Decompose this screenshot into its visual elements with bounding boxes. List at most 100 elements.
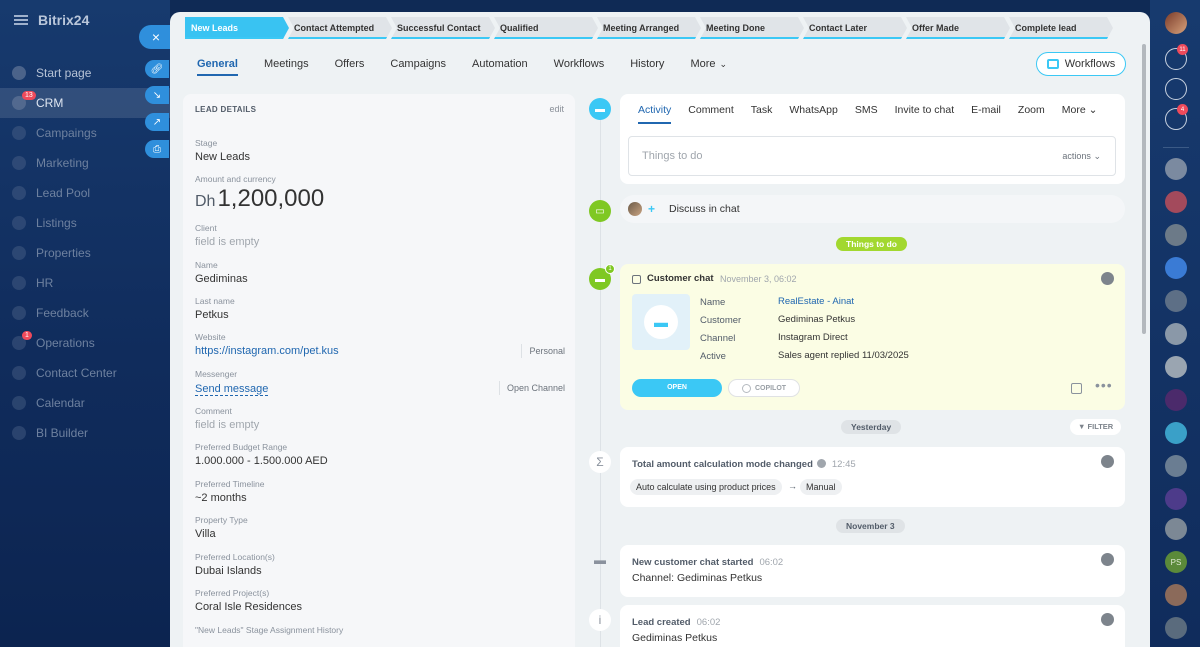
send-message-link[interactable]: Send message: [195, 383, 269, 396]
question-icon[interactable]: [816, 459, 826, 468]
scrollbar[interactable]: [1142, 44, 1146, 334]
contact-avatar[interactable]: [1165, 356, 1187, 378]
workflows-button[interactable]: Workflows: [1036, 52, 1126, 76]
website-link[interactable]: https://instagram.com/pet.kus: [195, 345, 565, 357]
stage-meeting-arranged[interactable]: Meeting Arranged: [597, 17, 701, 39]
sidebar-item-listings[interactable]: Listings: [0, 208, 170, 238]
contact-avatar[interactable]: [1165, 518, 1187, 540]
sidebar-item-calendar[interactable]: Calendar: [0, 388, 170, 418]
operations-badge: 1: [22, 331, 32, 340]
tab-automation[interactable]: Automation: [472, 52, 528, 76]
open-chat-button[interactable]: OPEN: [632, 379, 722, 397]
tab-general[interactable]: General: [197, 52, 238, 76]
contact-avatar-initials[interactable]: PS: [1165, 551, 1187, 573]
activity-tab-comment[interactable]: Comment: [688, 104, 734, 124]
stage-successful-contact[interactable]: Successful Contact: [391, 17, 495, 39]
field-value[interactable]: ~2 months: [195, 492, 565, 504]
field-value[interactable]: field is empty: [195, 419, 565, 431]
sidebar-item-properties[interactable]: Properties: [0, 238, 170, 268]
open-new-window-button[interactable]: ↗: [145, 113, 169, 131]
stage-complete-lead[interactable]: Complete lead: [1009, 17, 1113, 39]
stage-meeting-done[interactable]: Meeting Done: [700, 17, 804, 39]
activity-tab-whatsapp[interactable]: WhatsApp: [789, 104, 837, 124]
field-value[interactable]: Gediminas: [195, 273, 565, 285]
sidebar-item-marketing[interactable]: Marketing: [0, 148, 170, 178]
field-value[interactable]: Coral Isle Residences: [195, 601, 565, 613]
stage-qualified[interactable]: Qualified: [494, 17, 598, 39]
user-avatar[interactable]: [1165, 12, 1187, 34]
amount-value[interactable]: Dh 1,200,000: [195, 185, 565, 213]
activity-tab-invite-chat[interactable]: Invite to chat: [895, 104, 955, 124]
contact-avatar[interactable]: [1165, 455, 1187, 477]
sidebar-item-feedback[interactable]: Feedback: [0, 298, 170, 328]
field-label: Preferred Project(s): [195, 588, 270, 598]
stage-contact-later[interactable]: Contact Later: [803, 17, 907, 39]
field-value[interactable]: Petkus: [195, 309, 565, 321]
minimize-button[interactable]: ↘: [145, 86, 169, 104]
contact-avatar[interactable]: [1165, 422, 1187, 444]
activity-tab-task[interactable]: Task: [751, 104, 773, 124]
contact-avatar[interactable]: [1165, 584, 1187, 606]
home-icon: [12, 66, 26, 80]
responsible-person-icon[interactable]: [1101, 272, 1114, 285]
tab-history[interactable]: History: [630, 52, 664, 76]
tab-more[interactable]: More ⌄: [690, 52, 727, 76]
field-value[interactable]: field is empty: [195, 236, 565, 248]
filter-button[interactable]: ▼ FILTER: [1070, 419, 1122, 435]
external-link-icon: ↗: [152, 116, 162, 128]
user-avatar[interactable]: [1101, 553, 1114, 566]
sidebar-item-contact-center[interactable]: Contact Center: [0, 358, 170, 388]
copilot-button[interactable]: COPILOT: [728, 379, 800, 397]
field-label: Property Type: [195, 515, 248, 525]
user-avatar[interactable]: [1101, 613, 1114, 626]
field-value[interactable]: New Leads: [195, 151, 565, 163]
contact-avatar[interactable]: [1165, 158, 1187, 180]
stage-new-leads[interactable]: New Leads: [185, 17, 289, 39]
tab-campaigns[interactable]: Campaigns: [390, 52, 446, 76]
close-slider-button[interactable]: ×: [139, 25, 173, 49]
things-to-do-input[interactable]: Things to do actions ⌄: [628, 136, 1116, 176]
field-value[interactable]: Dubai Islands: [195, 565, 565, 577]
tab-offers[interactable]: Offers: [335, 52, 365, 76]
complete-checkbox[interactable]: [632, 275, 641, 284]
brand[interactable]: Bitrix24: [14, 12, 89, 28]
menu-icon[interactable]: [14, 15, 28, 25]
sidebar-item-hr[interactable]: HR: [0, 268, 170, 298]
activity-tab-sms[interactable]: SMS: [855, 104, 878, 124]
chat-name-link[interactable]: RealEstate - Ainat: [778, 296, 854, 307]
field-value[interactable]: 1.000.000 - 1.500.000 AED: [195, 455, 565, 467]
print-button[interactable]: ⎙: [145, 140, 169, 158]
user-avatar[interactable]: [1101, 455, 1114, 468]
more-dots-icon[interactable]: •••: [1095, 377, 1113, 393]
sidebar-item-start-page[interactable]: Start page: [0, 58, 170, 88]
copy-link-button[interactable]: 🔗︎: [145, 60, 169, 78]
sidebar-item-operations[interactable]: 1 Operations: [0, 328, 170, 358]
stage-contact-attempted[interactable]: Contact Attempted: [288, 17, 392, 39]
contact-avatar[interactable]: [1165, 488, 1187, 510]
actions-dropdown[interactable]: actions ⌄: [1062, 151, 1101, 162]
tab-workflows[interactable]: Workflows: [554, 52, 605, 76]
edit-link[interactable]: edit: [549, 104, 564, 114]
activity-tab-more[interactable]: More ⌄: [1062, 104, 1098, 124]
contact-avatar[interactable]: [1165, 224, 1187, 246]
tab-meetings[interactable]: Meetings: [264, 52, 309, 76]
field-value[interactable]: Villa: [195, 528, 565, 540]
tab-bar: General Meetings Offers Campaigns Automa…: [197, 52, 727, 76]
stage-offer-made[interactable]: Offer Made: [906, 17, 1010, 39]
contact-avatar[interactable]: [1165, 191, 1187, 213]
contact-avatar[interactable]: [1165, 323, 1187, 345]
contact-avatar[interactable]: [1165, 257, 1187, 279]
contact-avatar[interactable]: [1165, 389, 1187, 411]
contact-avatar[interactable]: [1165, 290, 1187, 312]
note-icon[interactable]: [1071, 383, 1082, 394]
actions-label: actions: [1062, 151, 1091, 161]
activity-tab-zoom[interactable]: Zoom: [1018, 104, 1045, 124]
discuss-in-chat-button[interactable]: + Discuss in chat: [620, 195, 1125, 223]
sidebar-item-lead-pool[interactable]: Lead Pool: [0, 178, 170, 208]
activity-tab-email[interactable]: E-mail: [971, 104, 1001, 124]
copilot-icon[interactable]: [1165, 78, 1187, 100]
activity-tab-activity[interactable]: Activity: [638, 104, 672, 124]
open-channel-link[interactable]: Open Channel: [498, 381, 565, 395]
sidebar-item-bi-builder[interactable]: BI Builder: [0, 418, 170, 448]
contact-avatar[interactable]: [1165, 617, 1187, 639]
